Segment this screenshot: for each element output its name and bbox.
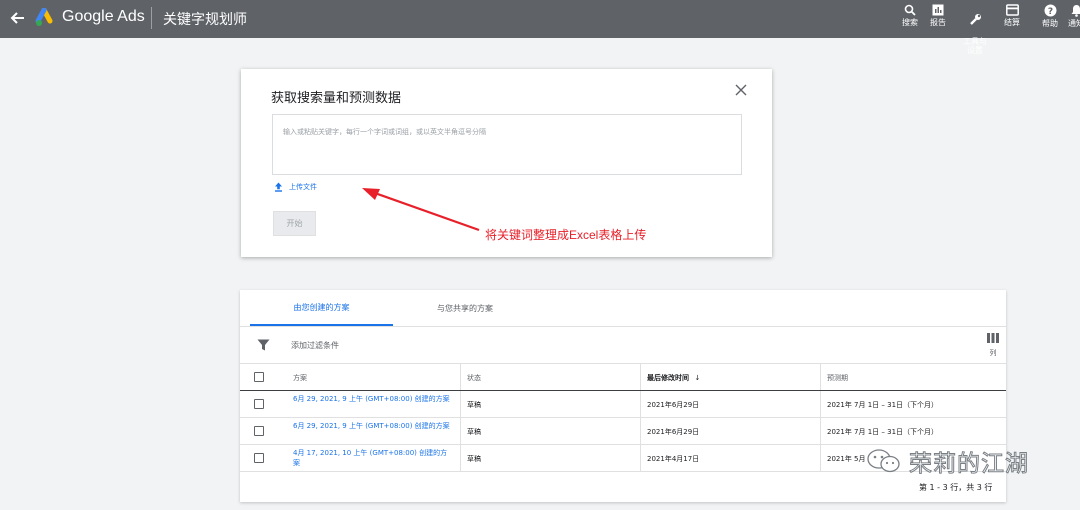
row-checkbox[interactable] [254, 453, 264, 463]
tab-created-by-you[interactable]: 由您创建的方案 [250, 290, 393, 326]
row-divider [240, 417, 1006, 418]
filter-icon[interactable] [257, 339, 270, 351]
report-nav-label: 报告 [930, 18, 946, 27]
tool-title: 关键字规划师 [163, 12, 247, 28]
plan-period: 2021年 7月 1日 – 31日（下个月） [827, 428, 939, 436]
search-nav-label: 搜索 [902, 18, 918, 27]
plan-period: 2021年 7月 1日 – 31日（下个月） [827, 401, 939, 409]
wechat-icon [867, 449, 900, 473]
tabs-divider [240, 326, 1006, 327]
google-ads-logo-icon [35, 8, 53, 26]
column-separator [460, 364, 461, 472]
columns-button[interactable]: 列 [987, 333, 999, 358]
tab-shared-with-you[interactable]: 与您共享的方案 [395, 290, 535, 326]
billing-nav-label: 结算 [1004, 18, 1020, 27]
header-status[interactable]: 状态 [467, 373, 481, 383]
svg-text:?: ? [1047, 7, 1052, 17]
plan-modified: 2021年4月17日 [647, 455, 700, 463]
upload-icon [275, 182, 282, 192]
notifications-nav-item[interactable]: 通知 [1066, 4, 1080, 28]
help-nav-label: 帮助 [1042, 19, 1058, 28]
billing-icon [1005, 4, 1019, 16]
select-all-checkbox[interactable] [254, 372, 264, 382]
plan-period: 2021年 5月 [827, 455, 866, 463]
header-divider [151, 7, 152, 29]
columns-icon [987, 333, 999, 343]
header-forecast-period[interactable]: 预测期 [827, 373, 848, 383]
plan-status: 草稿 [467, 428, 481, 436]
dialog-title: 获取搜索量和预测数据 [271, 91, 402, 106]
plan-status: 草稿 [467, 401, 481, 409]
plan-modified: 2021年6月29日 [647, 401, 700, 409]
upload-file-label: 上传文件 [289, 183, 317, 191]
top-app-bar: Google Ads 关键字规划师 搜索 报告 工具与 设置 结算 ? 帮助 通… [0, 0, 1080, 55]
help-icon: ? [1044, 4, 1056, 17]
header-last-modified-label: 最后修改时间 [647, 374, 689, 382]
table-header-divider [240, 390, 1006, 391]
billing-nav-item[interactable]: 结算 [1002, 4, 1022, 27]
plan-name-link[interactable]: 6月 29, 2021, 9 上午 (GMT+08:00) 创建的方案 [293, 421, 451, 431]
header-plan[interactable]: 方案 [293, 373, 307, 383]
annotation-text: 将关键词整理成Excel表格上传 [485, 228, 647, 242]
columns-label: 列 [989, 349, 997, 357]
plan-name-link[interactable]: 6月 29, 2021, 9 上午 (GMT+08:00) 创建的方案 [293, 394, 451, 404]
plan-modified: 2021年6月29日 [647, 428, 700, 436]
plan-name-link[interactable]: 4月 17, 2021, 10 上午 (GMT+08:00) 创建的方案 [293, 448, 451, 468]
report-nav-item[interactable]: 报告 [928, 4, 948, 27]
keyword-input[interactable] [272, 114, 742, 175]
help-nav-item[interactable]: ? 帮助 [1040, 4, 1060, 28]
add-filter-button[interactable]: 添加过滤条件 [291, 340, 339, 351]
start-button[interactable]: 开始 [273, 211, 316, 236]
row-checkbox[interactable] [254, 399, 264, 409]
upload-file-link[interactable]: 上传文件 [274, 182, 317, 192]
search-nav-item[interactable]: 搜索 [900, 4, 920, 27]
brand-name: Google Ads [62, 8, 145, 25]
notifications-nav-label: 通知 [1068, 19, 1080, 28]
column-separator [820, 364, 821, 472]
watermark: 荣莉的江湖 [865, 444, 1029, 478]
tools-nav-label: 工具与 设置 [963, 37, 987, 55]
wrench-icon [969, 14, 981, 25]
search-icon [904, 4, 916, 16]
plan-status: 草稿 [467, 455, 481, 463]
header-last-modified[interactable]: 最后修改时间 ↓ [647, 373, 700, 383]
filter-divider [240, 363, 1006, 364]
back-arrow-icon[interactable] [8, 8, 28, 28]
bell-icon [1071, 5, 1080, 17]
arrow-down-icon: ↓ [694, 374, 701, 382]
report-icon [932, 4, 944, 16]
tools-nav-item[interactable]: 工具与 设置 [960, 4, 990, 55]
pagination-summary: 第 1 - 3 行，共 3 行 [919, 483, 993, 492]
watermark-text: 荣莉的江湖 [909, 451, 1029, 478]
column-separator [640, 364, 641, 472]
row-checkbox[interactable] [254, 426, 264, 436]
close-icon[interactable] [734, 83, 748, 97]
